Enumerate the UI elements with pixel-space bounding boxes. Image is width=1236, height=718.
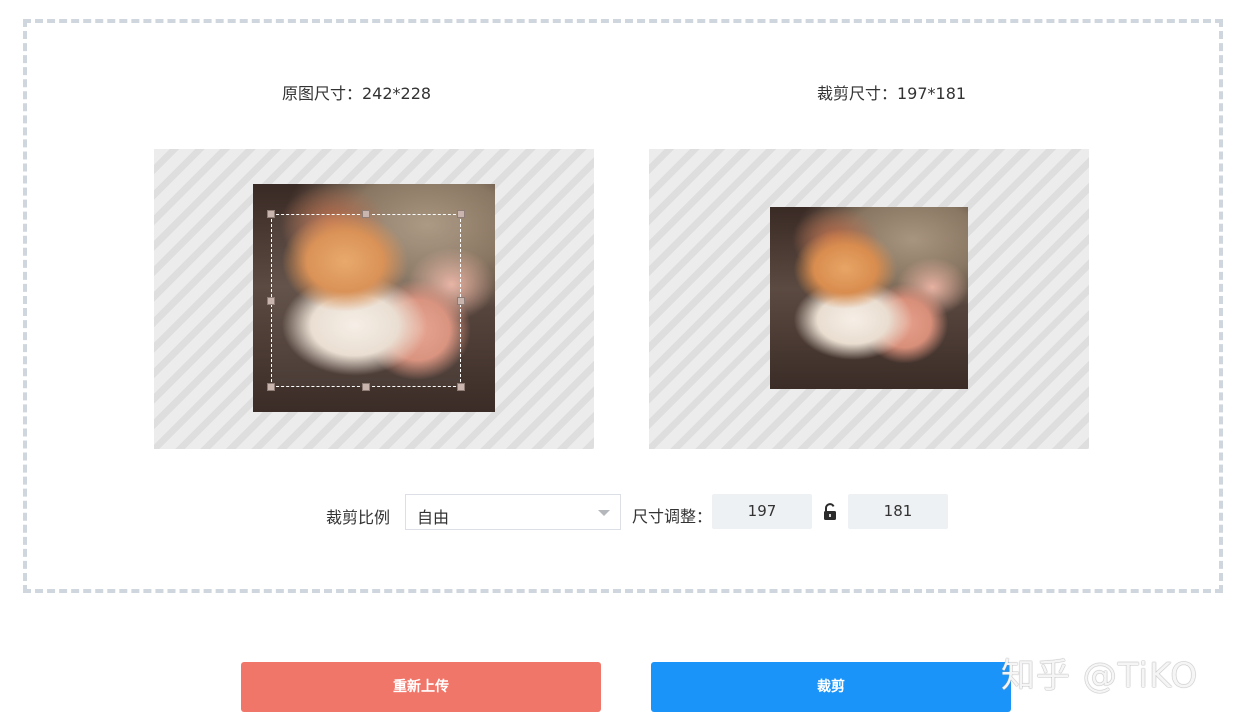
unlock-icon[interactable] <box>823 503 837 521</box>
size-adjust-label: 尺寸调整： <box>632 507 713 526</box>
original-size-label: 原图尺寸：242*228 <box>282 84 432 103</box>
crop-height-input[interactable]: 181 <box>848 494 948 529</box>
crop-ratio-value: 自由 <box>417 508 450 527</box>
crop-selection-box[interactable] <box>271 214 461 387</box>
crop-handle-top-right[interactable] <box>457 210 465 218</box>
crop-size-label: 裁剪尺寸：197*181 <box>817 84 967 103</box>
crop-handle-bottom-right[interactable] <box>457 383 465 391</box>
crop-width-input[interactable]: 197 <box>712 494 812 529</box>
crop-handle-bottom-left[interactable] <box>267 383 275 391</box>
crop-handle-top-left[interactable] <box>267 210 275 218</box>
crop-handle-right[interactable] <box>457 297 465 305</box>
cropped-preview-image <box>770 207 968 389</box>
chevron-down-icon <box>598 510 610 516</box>
crop-ratio-select[interactable]: 自由 <box>405 494 621 530</box>
crop-button[interactable]: 裁剪 <box>651 662 1011 712</box>
crop-handle-bottom[interactable] <box>362 383 370 391</box>
watermark-text: 知乎 @TiKO <box>1001 656 1199 696</box>
crop-handle-top[interactable] <box>362 210 370 218</box>
crop-handle-left[interactable] <box>267 297 275 305</box>
reupload-button[interactable]: 重新上传 <box>241 662 601 712</box>
crop-ratio-label: 裁剪比例 <box>326 508 391 527</box>
